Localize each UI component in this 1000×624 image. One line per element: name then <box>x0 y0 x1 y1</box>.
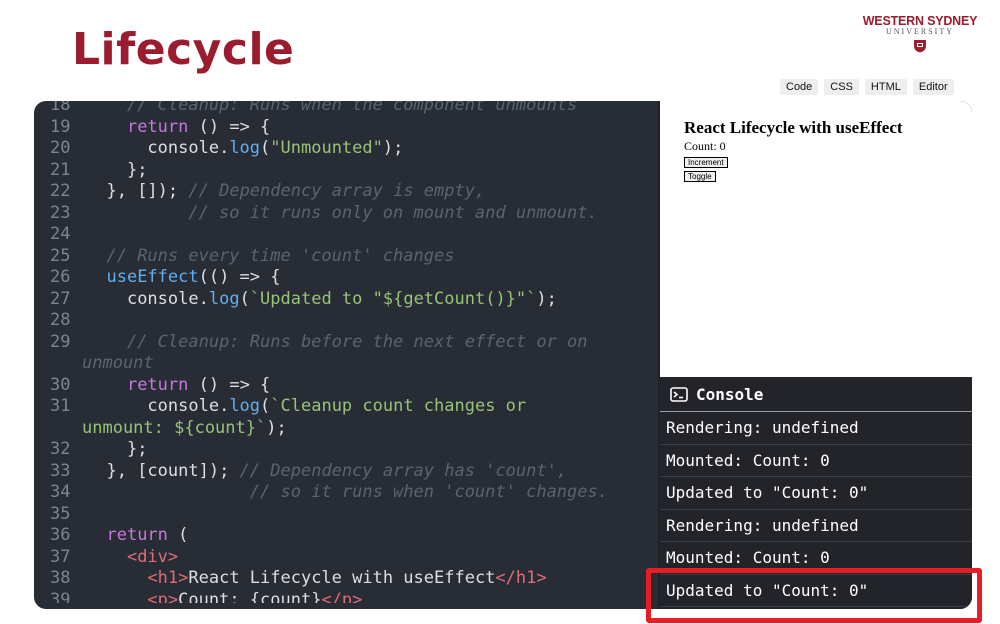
line-number: 39 <box>50 589 71 604</box>
line-number: 37 <box>50 546 71 567</box>
code-text: <h1>React Lifecycle with useEffect</h1> <box>147 568 547 588</box>
console-header: Console <box>660 377 972 412</box>
line-number: 22 <box>50 181 71 201</box>
crest-icon <box>914 40 926 53</box>
code-line: 27 console.log(`Updated to "${getCount()… <box>34 289 658 311</box>
editor-tabs: Code CSS HTML Editor <box>780 79 954 95</box>
logo-line1: WESTERN SYDNEY <box>862 14 978 28</box>
code-text: console.log(`Updated to "${getCount()}"`… <box>126 288 557 309</box>
code-line: 39 <p>Count: {count}</p> <box>34 590 658 604</box>
tab-html[interactable]: HTML <box>864 79 907 95</box>
code-line: 26 useEffect(() => { <box>34 267 658 289</box>
code-line: 33 }, [count]); // Dependency array has … <box>34 461 658 483</box>
line-number: 34 <box>50 482 71 502</box>
code-text: // Runs every time 'count' changes <box>106 245 455 266</box>
code-wrap-line: unmount <box>82 353 154 373</box>
code-text: <div> <box>126 546 179 567</box>
line-number: 31 <box>50 396 71 416</box>
code-text: }, []); // Dependency array is empty, <box>106 181 486 201</box>
line-number: 21 <box>50 159 71 180</box>
increment-button[interactable]: Increment <box>684 157 728 168</box>
console-line: Mounted: Count: 0 <box>660 445 972 477</box>
line-number: 24 <box>50 224 71 244</box>
code-text: }, [count]); // Dependency array has 'co… <box>106 460 568 481</box>
code-editor: 18 // Cleanup: Runs when the component u… <box>34 101 972 609</box>
tab-code[interactable]: Code <box>780 79 819 95</box>
tab-editor[interactable]: Editor <box>912 79 954 95</box>
slide-title: Lifecycle <box>72 24 295 75</box>
code-line: 25 // Runs every time 'count' changes <box>34 246 658 268</box>
line-number: 18 <box>50 101 71 115</box>
console-line: Mounted: Count: 0 <box>660 542 972 575</box>
code-pane[interactable]: 18 // Cleanup: Runs when the component u… <box>34 101 658 603</box>
line-number: 32 <box>50 439 71 459</box>
console-line: Updated to "Count: 0" <box>660 575 972 607</box>
code-text: // so it runs only on mount and unmount. <box>86 202 598 223</box>
line-number: 29 <box>50 331 71 352</box>
code-text: // Cleanup: Runs before the next effect … <box>126 331 588 352</box>
code-text: console.log("Unmounted"); <box>147 138 404 158</box>
university-logo: WESTERN SYDNEY UNIVERSITY <box>855 14 985 57</box>
code-line: 21 }; <box>34 160 658 182</box>
line-number: 36 <box>50 525 71 545</box>
line-number: 38 <box>50 568 71 588</box>
code-text: return () => { <box>126 116 271 137</box>
console-panel: Console Rendering: undefined Mounted: Cou… <box>658 377 972 609</box>
code-line: 30 return () => { <box>34 375 658 397</box>
code-line: 31 console.log(`Cleanup count changes or <box>34 396 658 418</box>
console-log: Rendering: undefined Mounted: Count: 0 Upd… <box>660 412 972 607</box>
code-text: console.log(`Cleanup count changes or <box>147 396 527 416</box>
code-text: <p>Count: {count}</p> <box>147 589 363 604</box>
line-number: 28 <box>50 310 71 330</box>
line-number: 27 <box>50 288 71 309</box>
console-line: Updated to "Count: 0" <box>660 477 972 510</box>
console-line: Rendering: undefined <box>660 412 972 445</box>
code-text: }; <box>126 159 148 180</box>
code-line: 19 return () => { <box>34 117 658 139</box>
preview-count: Count: 0 <box>684 139 726 153</box>
code-text: return ( <box>106 525 189 545</box>
code-line: 23 // so it runs only on mount and unmou… <box>34 203 658 225</box>
code-line: 24 <box>34 224 658 246</box>
code-text: useEffect(() => { <box>106 267 281 287</box>
code-line: 34 // so it runs when 'count' changes. <box>34 482 658 504</box>
terminal-icon <box>670 386 688 402</box>
code-wrap-line: unmount: ${count}`); <box>82 417 287 438</box>
code-line: 18 // Cleanup: Runs when the component u… <box>34 101 658 117</box>
console-title: Console <box>696 384 764 404</box>
line-number: 25 <box>50 245 71 266</box>
line-number: 33 <box>50 460 71 481</box>
code-line: 36 return ( <box>34 525 658 547</box>
line-number: 30 <box>50 374 71 395</box>
line-number: 19 <box>50 116 71 137</box>
code-text: // Cleanup: Runs when the component unmo… <box>86 101 578 115</box>
console-line: Rendering: undefined <box>660 510 972 542</box>
code-line: 29 // Cleanup: Runs before the next effe… <box>34 332 658 354</box>
line-number: 26 <box>50 267 71 287</box>
code-line: 28 <box>34 310 658 332</box>
code-text: return () => { <box>126 374 271 395</box>
code-line: 38 <h1>React Lifecycle with useEffect</h… <box>34 568 658 590</box>
code-line: 20 console.log("Unmounted"); <box>34 138 658 160</box>
tab-css[interactable]: CSS <box>824 79 859 95</box>
line-number: 23 <box>50 202 71 223</box>
preview-pane: React Lifecycle with useEffect Count: 0 … <box>658 101 972 377</box>
code-line: 32 }; <box>34 439 658 461</box>
code-line: 35 <box>34 504 658 526</box>
code-line: 37 <div> <box>34 547 658 569</box>
code-text: // so it runs when 'count' changes. <box>86 482 608 502</box>
code-text: }; <box>126 439 148 459</box>
line-number: 35 <box>50 503 71 524</box>
preview-heading: React Lifecycle with useEffect <box>684 118 903 137</box>
toggle-button[interactable]: Toggle <box>684 171 716 182</box>
code-line: 22 }, []); // Dependency array is empty, <box>34 181 658 203</box>
line-number: 20 <box>50 138 71 158</box>
logo-line2: UNIVERSITY <box>886 27 954 36</box>
